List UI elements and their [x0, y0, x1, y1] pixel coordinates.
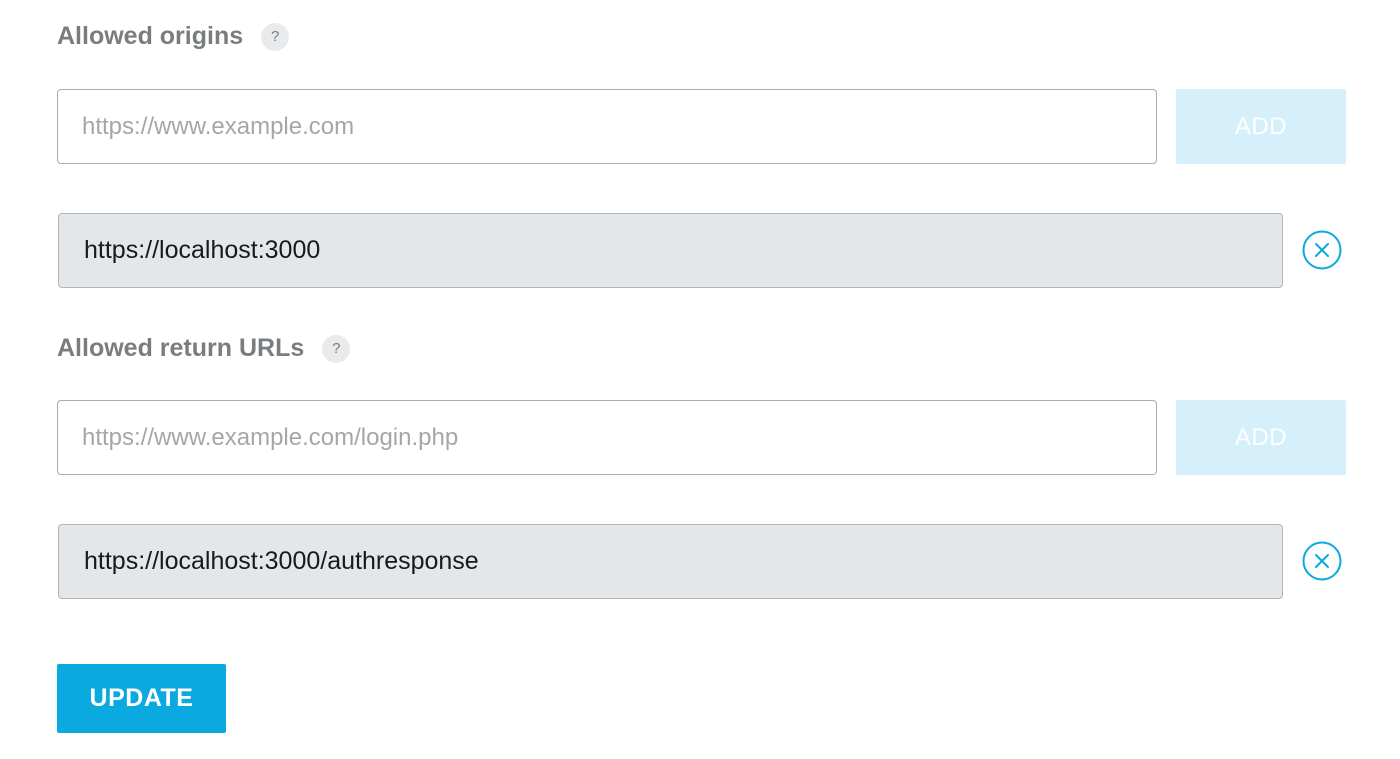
- update-button[interactable]: UPDATE: [57, 664, 226, 733]
- remove-origin-close-icon[interactable]: [1302, 230, 1342, 270]
- security-settings-form: Allowed origins ? ADD https://localhost:…: [0, 0, 1400, 759]
- allowed-origins-label: Allowed origins ?: [57, 22, 290, 51]
- allowed-return-urls-label: Allowed return URLs ?: [57, 334, 351, 363]
- origin-entry-value: https://localhost:3000: [84, 236, 321, 264]
- allowed-origins-input[interactable]: [57, 89, 1157, 164]
- allowed-return-urls-input[interactable]: [57, 400, 1157, 475]
- allowed-return-urls-label-text: Allowed return URLs: [57, 334, 305, 362]
- remove-return-url-close-icon[interactable]: [1302, 541, 1342, 581]
- add-return-url-button[interactable]: ADD: [1176, 400, 1346, 475]
- origin-entry: https://localhost:3000: [58, 213, 1283, 288]
- return-url-entry-value: https://localhost:3000/authresponse: [84, 547, 479, 575]
- help-icon[interactable]: ?: [322, 334, 351, 363]
- return-url-entry: https://localhost:3000/authresponse: [58, 524, 1283, 599]
- help-icon[interactable]: ?: [261, 22, 290, 51]
- add-origin-button[interactable]: ADD: [1176, 89, 1346, 164]
- allowed-origins-label-text: Allowed origins: [57, 22, 244, 50]
